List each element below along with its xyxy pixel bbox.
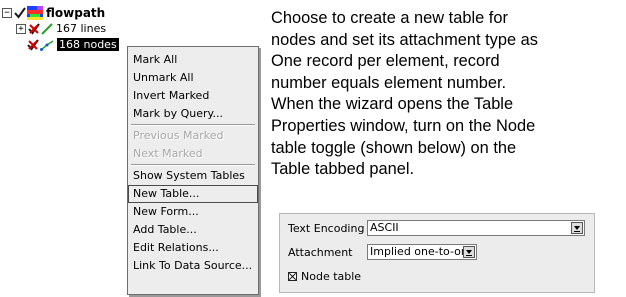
attachment-label: Attachment: [288, 245, 353, 259]
instruction-line: table toggle (shown below) on the: [271, 138, 517, 157]
menu-item-mark-all[interactable]: Mark All: [128, 51, 258, 69]
menu-item-invert-marked[interactable]: Invert Marked: [128, 87, 258, 105]
menu-item-add-table[interactable]: Add Table...: [128, 221, 258, 239]
instruction-line: Choose to create a new table for: [271, 9, 508, 27]
dropdown-arrow-icon[interactable]: [463, 246, 475, 258]
red-x-icon[interactable]: [27, 38, 39, 51]
menu-item-show-system-tables[interactable]: Show System Tables: [128, 167, 258, 185]
menu-item-mark-by-query[interactable]: Mark by Query...: [128, 105, 258, 123]
tree-item-label: 167 lines: [56, 22, 107, 35]
menu-item-unmark-all[interactable]: Unmark All: [128, 69, 258, 87]
menu-item-new-table[interactable]: New Table...: [128, 185, 258, 203]
line-feature-icon: [41, 22, 53, 35]
instruction-line: nodes and set its attachment type as: [271, 30, 538, 49]
collapse-toggle-icon[interactable]: −: [2, 7, 12, 18]
instruction-line: One record per element, record: [271, 52, 500, 71]
instruction-text: Choose to create a new table for nodes a…: [271, 8, 623, 181]
table-properties-panel: Text Encoding ASCII Attachment Implied o…: [279, 213, 595, 293]
tree-item-nodes[interactable]: 168 nodes: [27, 37, 119, 52]
text-encoding-row: Text Encoding: [288, 218, 364, 238]
context-menu: Mark All Unmark All Invert Marked Mark b…: [127, 46, 259, 295]
attachment-row: Attachment: [288, 242, 353, 262]
menu-item-next-marked: Next Marked: [133, 147, 203, 160]
expand-toggle-icon[interactable]: +: [16, 23, 26, 34]
text-encoding-label: Text Encoding: [288, 221, 365, 235]
node-table-label: Node table: [301, 269, 362, 283]
tree-item-lines[interactable]: + 167 lines: [16, 21, 106, 36]
tree-root-label: flowpath: [46, 5, 106, 20]
menu-separator: [131, 124, 255, 126]
tree-item-label-selected: 168 nodes: [57, 38, 119, 51]
instruction-line: Properties window, turn on the Node: [271, 116, 536, 135]
node-feature-icon: [40, 39, 54, 51]
tree-root-row[interactable]: − flowpath: [2, 5, 105, 20]
node-table-checkbox[interactable]: [288, 271, 297, 281]
rainbow-layer-icon: [27, 5, 43, 20]
menu-item-edit-relations[interactable]: Edit Relations...: [128, 239, 258, 257]
instruction-line: When the wizard opens the Table: [271, 95, 514, 114]
attachment-select[interactable]: Implied one-to-one: [367, 244, 477, 260]
menu-item-previous-marked: Previous Marked: [133, 129, 224, 142]
menu-item-new-form[interactable]: New Form...: [128, 203, 258, 221]
dropdown-arrow-icon[interactable]: [571, 222, 583, 234]
red-x-icon[interactable]: [28, 22, 40, 35]
text-encoding-select[interactable]: ASCII: [367, 220, 585, 236]
node-table-toggle-row[interactable]: Node table: [288, 266, 361, 286]
attachment-value: Implied one-to-one: [370, 245, 475, 258]
menu-item-link-to-data-source[interactable]: Link To Data Source...: [128, 257, 258, 275]
checkmark-icon[interactable]: [14, 6, 26, 19]
instruction-line: number equals element number.: [271, 73, 507, 92]
text-encoding-value: ASCII: [370, 221, 399, 234]
instruction-line: Table tabbed panel.: [271, 160, 415, 179]
menu-separator: [131, 164, 255, 166]
